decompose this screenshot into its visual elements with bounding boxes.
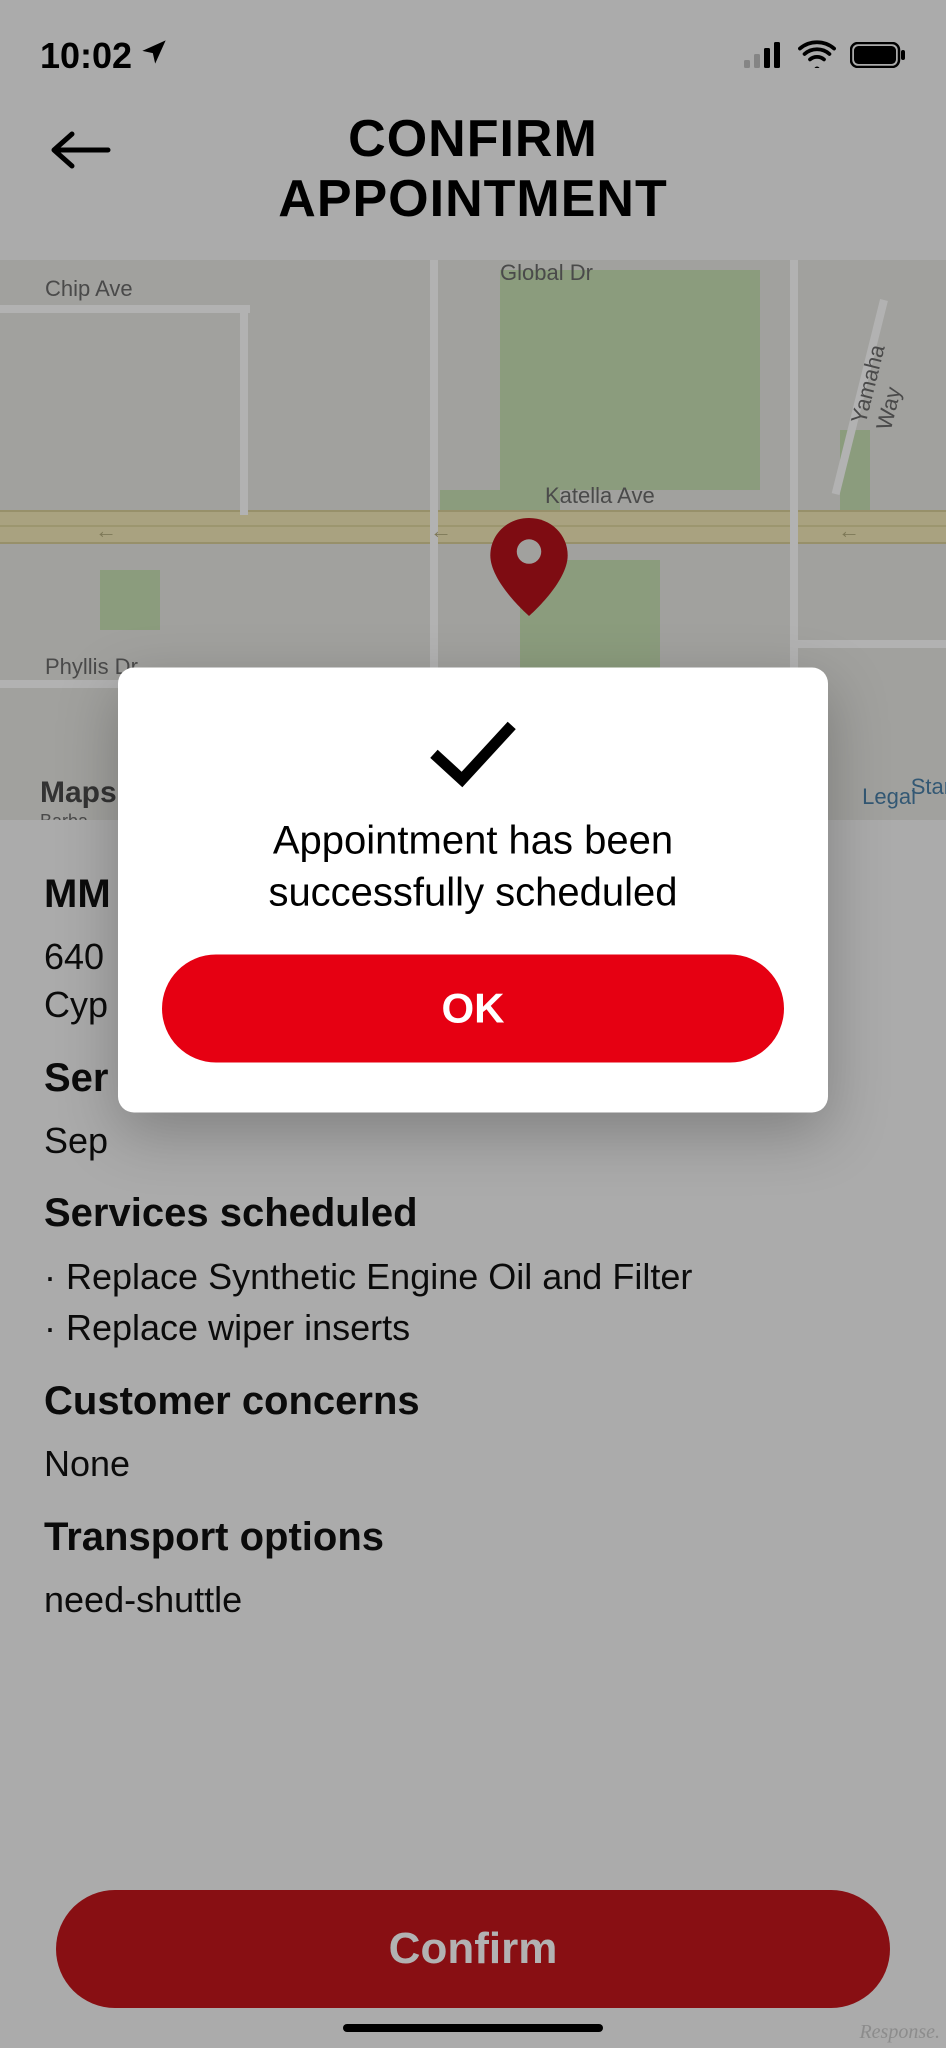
success-modal: Appointment has been successfully schedu… <box>118 668 828 1113</box>
watermark: Response. <box>859 2021 940 2044</box>
checkmark-icon <box>162 722 784 793</box>
ok-button[interactable]: OK <box>162 955 784 1063</box>
modal-message: Appointment has been successfully schedu… <box>162 815 784 919</box>
